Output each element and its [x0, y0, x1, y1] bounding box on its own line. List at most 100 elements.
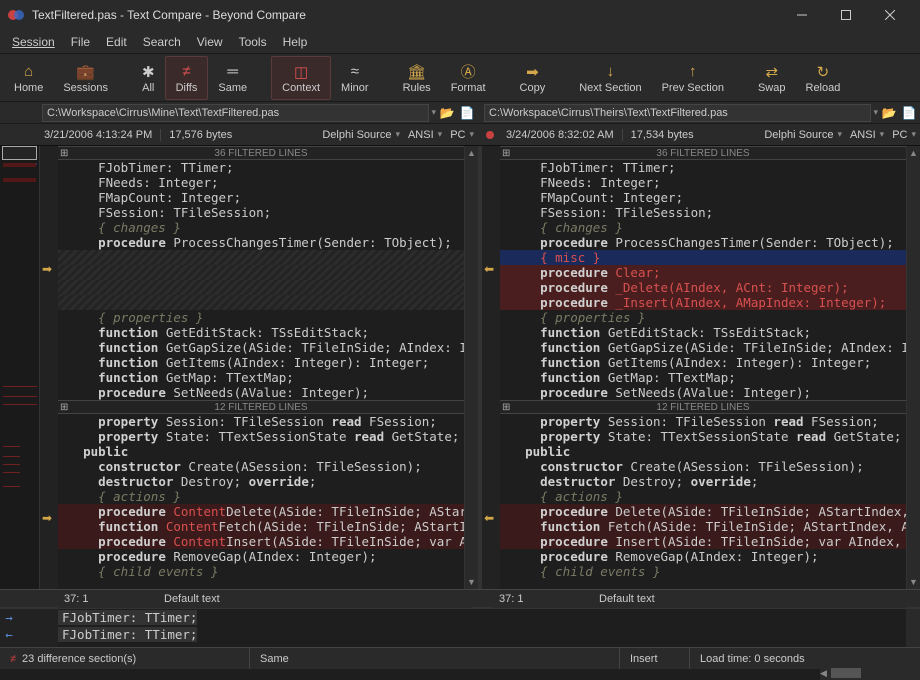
rules-button[interactable]: 🏛Rules — [393, 56, 441, 100]
diff-arrow-right-icon[interactable]: ➡ — [42, 511, 52, 525]
menubar: Session File Edit Search View Tools Help — [0, 30, 920, 54]
right-info: 3/24/2006 8:32:02 AM 17,534 bytes Delphi… — [482, 124, 920, 145]
briefcase-icon: 💼 — [76, 62, 95, 82]
copy-button[interactable]: ➡Copy — [510, 56, 556, 100]
reload-icon: ↻ — [817, 62, 830, 82]
main-toolbar: ⌂Home 💼Sessions ✱All ≠Diffs ═Same ◫Conte… — [0, 54, 920, 102]
diff-line-left: FJobTimer: TTimer; — [58, 609, 906, 626]
titlebar: TextFiltered.pas - Text Compare - Beyond… — [0, 0, 920, 30]
menu-edit[interactable]: Edit — [98, 33, 135, 51]
equal-icon: ═ — [227, 62, 238, 82]
arrow-down-icon: ↓ — [607, 62, 615, 82]
diff-arrow-left-icon[interactable]: ➡ — [484, 262, 494, 276]
referee-icon: 🏛 — [407, 62, 426, 82]
menu-file[interactable]: File — [63, 33, 98, 51]
status-diffs: ≠23 difference section(s) — [0, 648, 250, 669]
diff-arrow-left-icon[interactable]: ➡ — [484, 511, 494, 525]
arrow-right-icon: → — [0, 610, 18, 625]
menu-tools[interactable]: Tools — [231, 33, 275, 51]
menu-view[interactable]: View — [189, 33, 231, 51]
menu-help[interactable]: Help — [275, 33, 316, 51]
right-cursor-pos: 37: 1 — [499, 593, 579, 605]
filtered-header[interactable]: ⊞12 FILTERED LINES — [500, 400, 906, 414]
left-vscrollbar[interactable]: ▲▼ — [464, 146, 478, 589]
sessions-button[interactable]: 💼Sessions — [53, 56, 118, 100]
left-lang-dropdown[interactable]: Delphi Source▾ — [322, 129, 400, 141]
format-button[interactable]: ⒶFormat — [441, 56, 496, 100]
left-eol-dropdown[interactable]: PC▾ — [450, 129, 474, 141]
left-date: 3/21/2006 4:13:24 PM — [44, 129, 152, 141]
right-hscrollbar[interactable]: ◀ — [820, 666, 920, 680]
swap-button[interactable]: ⇄Swap — [748, 56, 796, 100]
diffs-button[interactable]: ≠Diffs — [165, 56, 209, 100]
house-icon: ⌂ — [24, 62, 33, 82]
home-button[interactable]: ⌂Home — [4, 56, 53, 100]
same-button[interactable]: ═Same — [208, 56, 257, 100]
open-right-icon[interactable]: 📄 — [900, 104, 918, 122]
statusbar: ≠23 difference section(s) Same Insert Lo… — [0, 647, 920, 669]
filtered-header[interactable]: ⊞12 FILTERED LINES — [58, 400, 464, 414]
menu-session[interactable]: Session — [4, 33, 63, 51]
reload-button[interactable]: ↻Reload — [796, 56, 851, 100]
chevron-down-icon[interactable]: ▾ — [873, 107, 878, 118]
expand-icon[interactable]: ⊞ — [502, 148, 510, 159]
arrow-right-icon: ➡ — [526, 62, 539, 82]
all-icon: ✱ — [142, 62, 155, 82]
open-left-icon[interactable]: 📄 — [458, 104, 476, 122]
bottom-vscrollbar[interactable] — [906, 609, 920, 647]
browse-left-icon[interactable]: 📂 — [438, 104, 456, 122]
next-section-button[interactable]: ↓Next Section — [569, 56, 651, 100]
all-button[interactable]: ✱All — [132, 56, 165, 100]
right-eol-dropdown[interactable]: PC▾ — [892, 129, 916, 141]
menu-search[interactable]: Search — [135, 33, 189, 51]
left-code-pane[interactable]: ⊞36 FILTERED LINES FJobTimer: TTimer; FN… — [58, 146, 464, 589]
left-cursor-pos: 37: 1 — [64, 593, 144, 605]
pathbar: ▾ 📂 📄 ▾ 📂 📄 — [0, 102, 920, 124]
diff-arrow-right-icon[interactable]: ➡ — [42, 262, 52, 276]
approx-icon: ≈ — [351, 62, 359, 82]
context-icon: ◫ — [294, 62, 308, 82]
status-insert: Insert — [620, 648, 690, 669]
close-button[interactable] — [868, 0, 912, 30]
diff-line-right: FJobTimer: TTimer; — [58, 626, 906, 643]
filtered-header[interactable]: ⊞36 FILTERED LINES — [500, 146, 906, 160]
right-code-pane[interactable]: ⊞36 FILTERED LINES FJobTimer: TTimer; FN… — [500, 146, 906, 589]
not-equal-icon: ≠ — [10, 653, 16, 665]
format-icon: Ⓐ — [461, 62, 476, 82]
swap-icon: ⇄ — [765, 62, 778, 82]
status-mode: Same — [250, 648, 620, 669]
expand-icon[interactable]: ⊞ — [502, 402, 510, 413]
newer-indicator-icon — [486, 131, 494, 139]
right-gutter: ➡ ➡ — [482, 146, 500, 589]
right-encoding-dropdown[interactable]: ANSI▾ — [850, 129, 884, 141]
right-lang-dropdown[interactable]: Delphi Source▾ — [764, 129, 842, 141]
left-encoding-dropdown[interactable]: ANSI▾ — [408, 129, 442, 141]
filtered-header[interactable]: ⊞36 FILTERED LINES — [58, 146, 464, 160]
maximize-button[interactable] — [824, 0, 868, 30]
right-pane-status: 37: 1 Default text ◀ — [493, 590, 906, 608]
chevron-down-icon[interactable]: ▾ — [431, 107, 436, 118]
arrow-up-icon: ↑ — [689, 62, 697, 82]
thumbnail-overview[interactable] — [0, 146, 40, 589]
compare-workspace: ➡ ➡ ⊞36 FILTERED LINES FJobTimer: TTimer… — [0, 146, 920, 589]
right-path-panel: ▾ 📂 📄 — [482, 102, 920, 123]
right-style-name: Default text — [579, 593, 900, 605]
context-button[interactable]: ◫Context — [271, 56, 331, 100]
minimize-button[interactable] — [780, 0, 824, 30]
browse-right-icon[interactable]: 📂 — [880, 104, 898, 122]
right-size: 17,534 bytes — [622, 129, 694, 141]
right-vscrollbar[interactable]: ▲▼ — [906, 146, 920, 589]
expand-icon[interactable]: ⊞ — [60, 148, 68, 159]
left-gutter: ➡ ➡ — [40, 146, 58, 589]
left-path-panel: ▾ 📂 📄 — [40, 102, 478, 123]
arrow-left-icon: ← — [0, 627, 18, 642]
minor-button[interactable]: ≈Minor — [331, 56, 379, 100]
left-pane-status: 37: 1 Default text ◀ — [58, 590, 471, 608]
left-path-input[interactable] — [42, 104, 429, 122]
left-size: 17,576 bytes — [160, 129, 232, 141]
expand-icon[interactable]: ⊞ — [60, 402, 68, 413]
right-path-input[interactable] — [484, 104, 871, 122]
left-info: 3/21/2006 4:13:24 PM 17,576 bytes Delphi… — [40, 124, 478, 145]
prev-section-button[interactable]: ↑Prev Section — [652, 56, 734, 100]
app-icon — [8, 7, 24, 23]
